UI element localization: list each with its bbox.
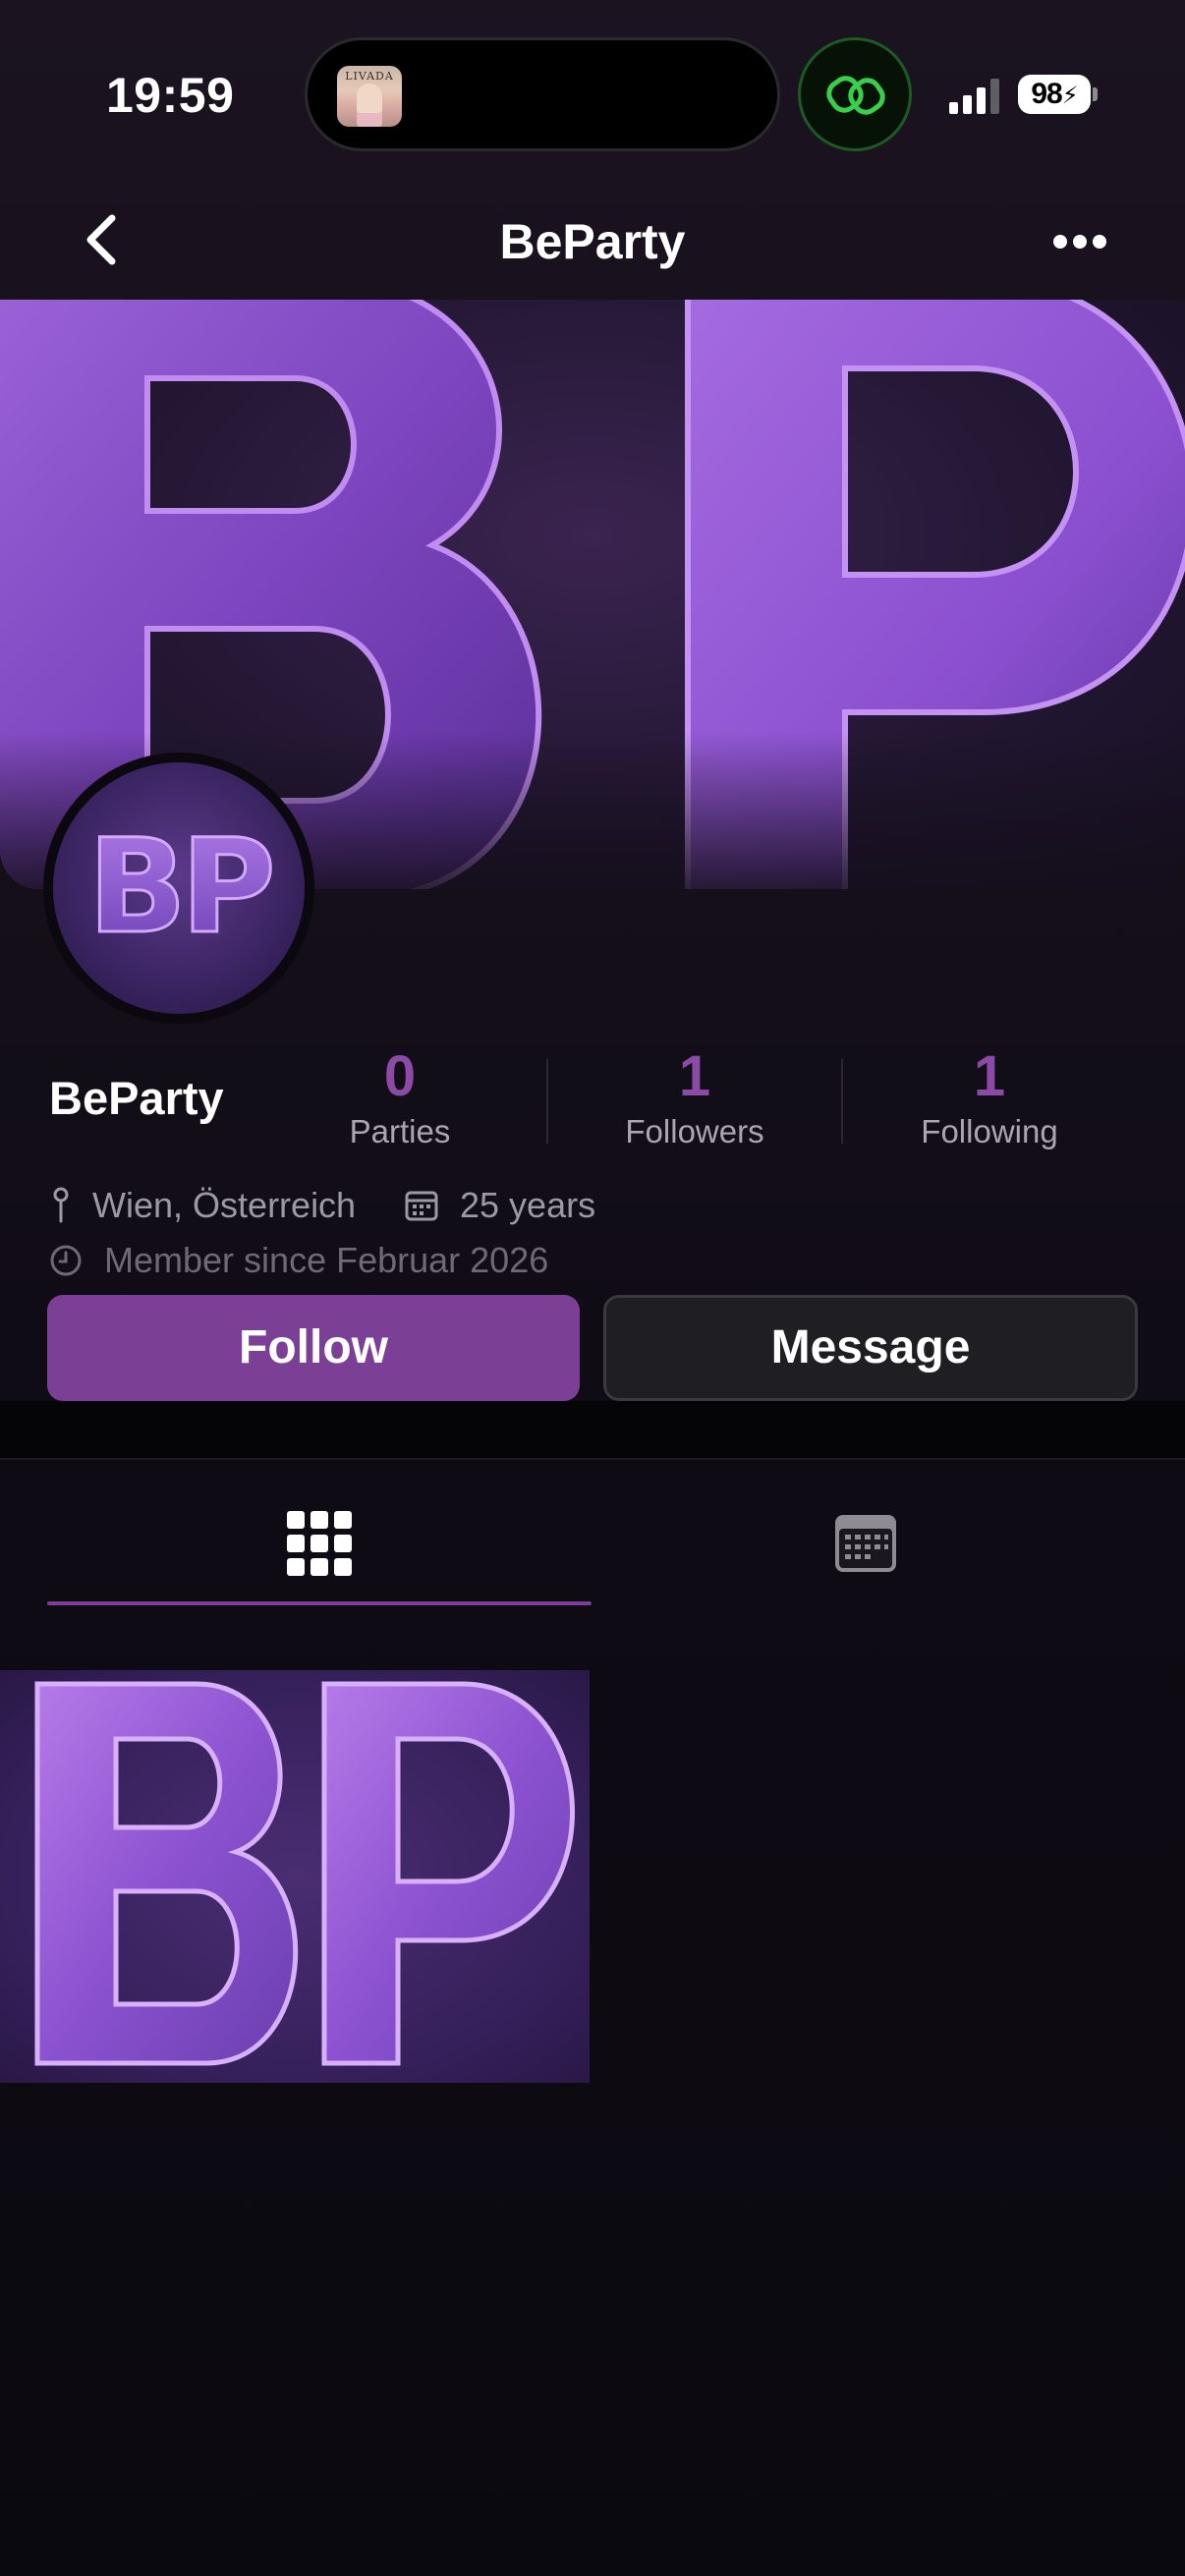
member-since: Member since Februar 2026	[49, 1236, 548, 1285]
avatar-logo-text: BP	[87, 812, 271, 963]
avatar-image: BP	[53, 762, 305, 1014]
back-button[interactable]	[79, 210, 128, 269]
divider-line	[0, 1458, 1185, 1460]
calendar-icon	[835, 1515, 896, 1572]
now-playing-thumbnail[interactable]: LIVADA	[337, 66, 402, 127]
member-since-text: Member since Februar 2026	[104, 1240, 549, 1280]
active-tab-indicator	[47, 1601, 592, 1605]
stat-following[interactable]: 1 Following	[872, 1039, 1107, 1153]
signal-icon	[949, 79, 999, 114]
battery-indicator: 98⚡	[1018, 75, 1091, 114]
stat-divider	[546, 1059, 548, 1144]
tab-posts-grid[interactable]	[47, 1484, 592, 1601]
post-tile[interactable]	[0, 1670, 590, 2083]
ellipsis-dot	[1093, 235, 1106, 249]
tab-events-calendar[interactable]	[593, 1484, 1138, 1601]
stat-value: 1	[678, 1044, 711, 1108]
age-text: 25 years	[460, 1185, 596, 1225]
thumbnail-text: LIVADA	[345, 70, 394, 83]
page-title: BeParty	[499, 214, 686, 269]
post-image	[34, 1681, 575, 2066]
profile-name: BeParty	[49, 1072, 224, 1124]
more-options-button[interactable]	[1045, 218, 1114, 265]
stat-value: 0	[383, 1044, 417, 1108]
thumbnail-figure	[357, 84, 382, 127]
stat-parties[interactable]: 0 Parties	[282, 1039, 518, 1153]
clock-icon	[50, 1245, 82, 1276]
profile-page: 19:59 LIVADA 98⚡ BeParty BP BeParty 0 Pa…	[0, 0, 1185, 2576]
stat-label: Following	[921, 1113, 1058, 1149]
dynamic-island[interactable]: LIVADA	[305, 37, 780, 151]
link-icon	[826, 76, 885, 115]
ellipsis-icon	[1053, 235, 1067, 249]
battery-level: 98	[1031, 78, 1062, 110]
battery-cap	[1093, 87, 1098, 101]
stat-divider	[841, 1059, 843, 1144]
section-divider	[0, 1401, 1185, 1460]
avatar[interactable]: BP	[43, 753, 314, 1024]
follow-button[interactable]: Follow	[47, 1295, 580, 1401]
chevron-left-icon	[86, 214, 116, 265]
age: 25 years	[405, 1181, 595, 1230]
status-bar: 19:59 LIVADA 98⚡	[0, 0, 1185, 187]
avatar-logo: BP	[86, 811, 279, 965]
ellipsis-dot	[1073, 235, 1087, 249]
calendar-icon	[405, 1191, 438, 1221]
link-app-badge[interactable]	[798, 37, 912, 151]
location: Wien, Österreich	[49, 1181, 356, 1230]
charging-icon: ⚡	[1061, 83, 1079, 109]
grid-icon	[287, 1511, 352, 1576]
location-text: Wien, Österreich	[92, 1185, 357, 1225]
stat-followers[interactable]: 1 Followers	[577, 1039, 813, 1153]
stat-label: Followers	[625, 1113, 764, 1149]
status-time: 19:59	[106, 68, 235, 123]
pin-icon	[53, 1187, 69, 1223]
message-button[interactable]: Message	[603, 1295, 1138, 1401]
stat-label: Parties	[349, 1113, 451, 1149]
stat-value: 1	[973, 1044, 1006, 1108]
